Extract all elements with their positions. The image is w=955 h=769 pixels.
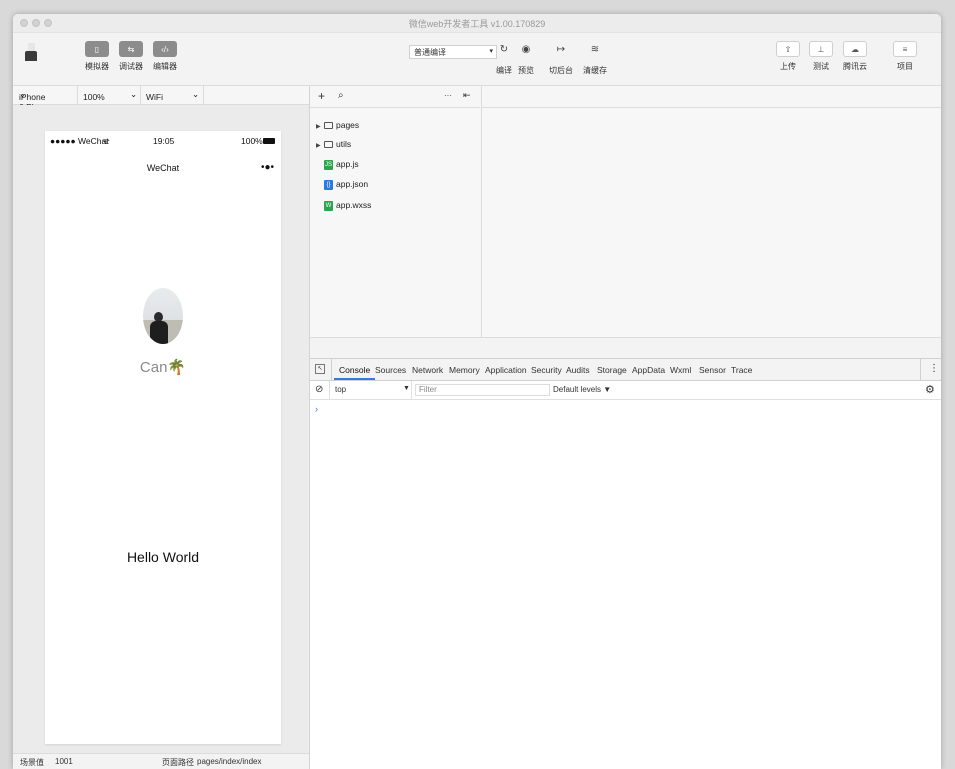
- clear-cache-button[interactable]: 清缓存: [575, 65, 615, 76]
- kebab-menu-icon[interactable]: ⋮: [929, 363, 939, 374]
- simulator-pane: ●●●●● WeChat ᯤ 19:05 100% WeChat •●• Can…: [13, 105, 309, 769]
- upload-icon: ⇧: [784, 44, 792, 54]
- more-options-icon[interactable]: ···: [444, 91, 452, 100]
- log-levels-select[interactable]: Default levels ▼: [553, 385, 611, 394]
- refresh-icon[interactable]: ↻: [497, 44, 511, 55]
- clear-console-icon[interactable]: ⊘: [315, 384, 323, 395]
- gear-icon[interactable]: ⚙: [925, 383, 935, 396]
- hello-world-text: Hello World: [126, 549, 200, 565]
- tab-storage[interactable]: Storage: [597, 365, 627, 375]
- file-tree-toolbar: + ⌕ ··· ⇤: [310, 86, 480, 108]
- folder-icon: [324, 141, 333, 149]
- tree-file-app-js[interactable]: JS app.js: [324, 159, 359, 171]
- window-title: 微信web开发者工具 v1.00.170829: [408, 19, 546, 29]
- tab-memory[interactable]: Memory: [449, 365, 480, 375]
- switch-background-icon[interactable]: ↦: [554, 44, 568, 55]
- dropdown-arrow-icon[interactable]: ▼: [403, 385, 410, 392]
- editor-tab-bar: [482, 86, 941, 108]
- more-menu-icon[interactable]: •●•: [261, 162, 274, 173]
- editor-area[interactable]: [481, 86, 941, 337]
- cloud-icon: ☁: [851, 44, 859, 54]
- console-filter-input[interactable]: Filter: [415, 384, 550, 396]
- console-filter-bar: ⊘ top ▼ Filter Default levels ▼ ⚙: [310, 381, 941, 400]
- tree-folder-pages[interactable]: ▶ pages: [316, 120, 359, 132]
- scene-value[interactable]: 1001: [55, 757, 73, 766]
- upload-button[interactable]: ⇧: [776, 41, 800, 57]
- tab-appdata[interactable]: AppData: [632, 365, 665, 375]
- editor-label: 编辑器: [153, 62, 177, 71]
- scene-label: 场景值: [20, 758, 44, 767]
- simulator-toggle-button[interactable]: ▯: [85, 41, 109, 57]
- preview-button[interactable]: 预览: [506, 65, 546, 76]
- status-carrier: ●●●●● WeChat: [50, 136, 109, 146]
- js-file-icon: JS: [324, 159, 333, 170]
- phone-screen[interactable]: ●●●●● WeChat ᯤ 19:05 100% WeChat •●• Can…: [45, 131, 281, 744]
- nav-title: WeChat: [146, 163, 180, 173]
- tab-sources[interactable]: Sources: [375, 365, 406, 375]
- compile-mode-value: 普通编译: [414, 48, 446, 57]
- tencent-cloud-label: 腾讯云: [843, 62, 867, 71]
- tree-file-app-json[interactable]: {} app.json: [324, 179, 368, 191]
- debug-icon: ⇆: [127, 44, 135, 54]
- code-icon: ‹/›: [161, 44, 169, 54]
- file-tree: ▶ pages ▶ utils JS app.js {} app.json Wapp.w…: [310, 108, 480, 337]
- tab-sensor[interactable]: Sensor: [699, 365, 726, 375]
- devtools-window: 微信web开发者工具 v1.00.170829 ▯ 模拟器 ⇆ 调试器 ‹/› …: [13, 14, 941, 769]
- layers-icon[interactable]: ≋: [588, 44, 602, 55]
- chevron-down-icon: ▾: [489, 48, 493, 55]
- test-button[interactable]: ⊥: [809, 41, 833, 57]
- tree-file-app-wxss[interactable]: Wapp.wxss: [324, 200, 371, 212]
- tab-application[interactable]: Application: [485, 365, 527, 375]
- flask-icon: ⊥: [817, 44, 825, 54]
- devtools-panel: ↖ Console Sources Network Memory Applica…: [310, 358, 941, 769]
- user-avatar-image[interactable]: [143, 288, 183, 344]
- title-bar: 微信web开发者工具 v1.00.170829: [13, 14, 941, 33]
- tab-wxml[interactable]: Wxml: [670, 365, 691, 375]
- inspect-element-icon[interactable]: ↖: [315, 364, 325, 374]
- device-select[interactable]: iPhone 6 Plus ⌄: [19, 89, 45, 112]
- tencent-cloud-button[interactable]: ☁: [843, 41, 867, 57]
- user-nickname: Can🌴: [139, 359, 187, 376]
- chevron-down-icon[interactable]: ⌄: [130, 89, 137, 100]
- status-battery: 100%: [241, 136, 263, 146]
- wxss-file-icon: W: [324, 200, 333, 211]
- user-avatar[interactable]: [23, 43, 39, 61]
- tab-audits[interactable]: Audits: [566, 365, 590, 375]
- simulator-footer: 场景值 1001 页面路径 pages/index/index: [13, 753, 309, 769]
- main-toolbar: ▯ 模拟器 ⇆ 调试器 ‹/› 编辑器 普通编译 ▾ ↻ 编译 ◉ 预览 ↦ 切…: [13, 33, 941, 86]
- tab-console[interactable]: Console: [333, 365, 376, 380]
- eye-icon[interactable]: ◉: [519, 44, 533, 55]
- project-label: 项目: [897, 62, 913, 71]
- debugger-toggle-button[interactable]: ⇆: [119, 41, 143, 57]
- editor-toggle-button[interactable]: ‹/›: [153, 41, 177, 57]
- chevron-down-icon[interactable]: ⌄: [192, 89, 199, 100]
- console-prompt[interactable]: ›: [315, 404, 318, 414]
- add-file-icon[interactable]: +: [318, 89, 325, 103]
- menu-icon: ≡: [902, 44, 908, 54]
- path-label: 页面路径: [162, 758, 194, 767]
- tree-folder-utils[interactable]: ▶ utils: [316, 139, 351, 151]
- tab-network[interactable]: Network: [412, 365, 443, 375]
- phone-icon: ▯: [94, 44, 100, 54]
- tab-trace[interactable]: Trace: [731, 365, 752, 375]
- compile-mode-select[interactable]: 普通编译 ▾: [409, 45, 497, 59]
- context-select[interactable]: top: [335, 385, 346, 394]
- device-bar: iPhone 6 Plus ⌄ 100% ⌄ WiFi ⌄: [13, 86, 309, 112]
- search-icon[interactable]: ⌕: [338, 90, 344, 101]
- devtools-tab-bar: ↖ Console Sources Network Memory Applica…: [310, 359, 941, 381]
- tab-security[interactable]: Security: [531, 365, 562, 375]
- caret-right-icon: ▶: [316, 143, 321, 149]
- panel-resize-bar[interactable]: [310, 337, 941, 358]
- battery-icon: [263, 138, 275, 144]
- caret-right-icon: ▶: [316, 124, 321, 130]
- collapse-panel-icon[interactable]: ⇤: [463, 90, 471, 101]
- project-button[interactable]: ≡: [893, 41, 917, 57]
- wifi-icon: ᯤ: [102, 136, 110, 146]
- status-time: 19:05: [153, 136, 175, 146]
- path-value[interactable]: pages/index/index: [197, 757, 262, 766]
- folder-icon: [324, 122, 333, 130]
- json-file-icon: {}: [324, 179, 333, 190]
